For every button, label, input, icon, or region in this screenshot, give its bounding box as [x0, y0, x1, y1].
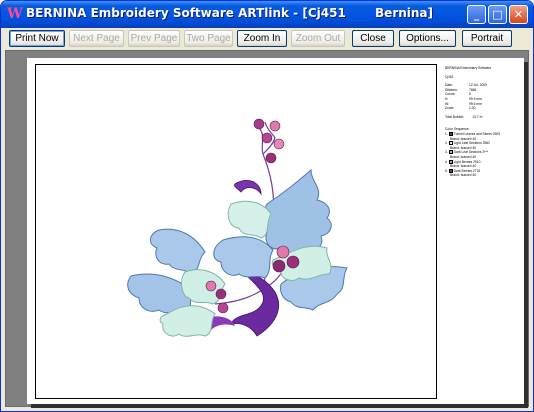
print-preview-toolbar: Print Now Next Page Prev Page Two Page Z… — [1, 29, 533, 49]
portrait-button[interactable]: Portrait — [462, 30, 512, 47]
app-window: W BERNINA Embroidery Software ARTlink - … — [0, 0, 534, 412]
color-swatch — [448, 141, 453, 146]
zoom-in-button[interactable]: Zoom In — [237, 30, 287, 47]
holly-embroidery-design — [127, 118, 348, 337]
maximize-button[interactable]: □ — [488, 5, 507, 24]
color-swatch — [448, 132, 453, 137]
zoom-out-button[interactable]: Zoom Out — [291, 30, 345, 47]
title-bar[interactable]: W BERNINA Embroidery Software ARTlink - … — [1, 1, 533, 28]
color-swatch — [448, 159, 453, 164]
close-button[interactable]: Close — [352, 30, 394, 47]
color-swatch — [448, 168, 453, 173]
next-page-button[interactable]: Next Page — [69, 30, 124, 47]
color-swatch — [448, 150, 453, 155]
close-window-button[interactable]: ✕ — [509, 5, 528, 24]
design-info-panel: BERNINA Embroidery Software Cj451 Date: 1… — [445, 66, 523, 178]
preview-page: BERNINA Embroidery Software Cj451 Date: 1… — [27, 58, 524, 404]
minimize-button[interactable]: _ — [467, 5, 486, 24]
color-brand: Brand: Isacord 40 — [450, 173, 477, 178]
prev-page-button[interactable]: Prev Page — [128, 30, 180, 47]
options-button[interactable]: Options... — [399, 30, 456, 47]
window-title: BERNINA Embroidery Software ARTlink - [C… — [26, 6, 434, 20]
bernina-logo-icon: W — [7, 6, 23, 22]
two-page-button[interactable]: Two Page — [184, 30, 233, 47]
print-now-button[interactable]: Print Now — [9, 30, 65, 47]
preview-area[interactable]: BERNINA Embroidery Software Cj451 Date: 1… — [5, 50, 529, 408]
